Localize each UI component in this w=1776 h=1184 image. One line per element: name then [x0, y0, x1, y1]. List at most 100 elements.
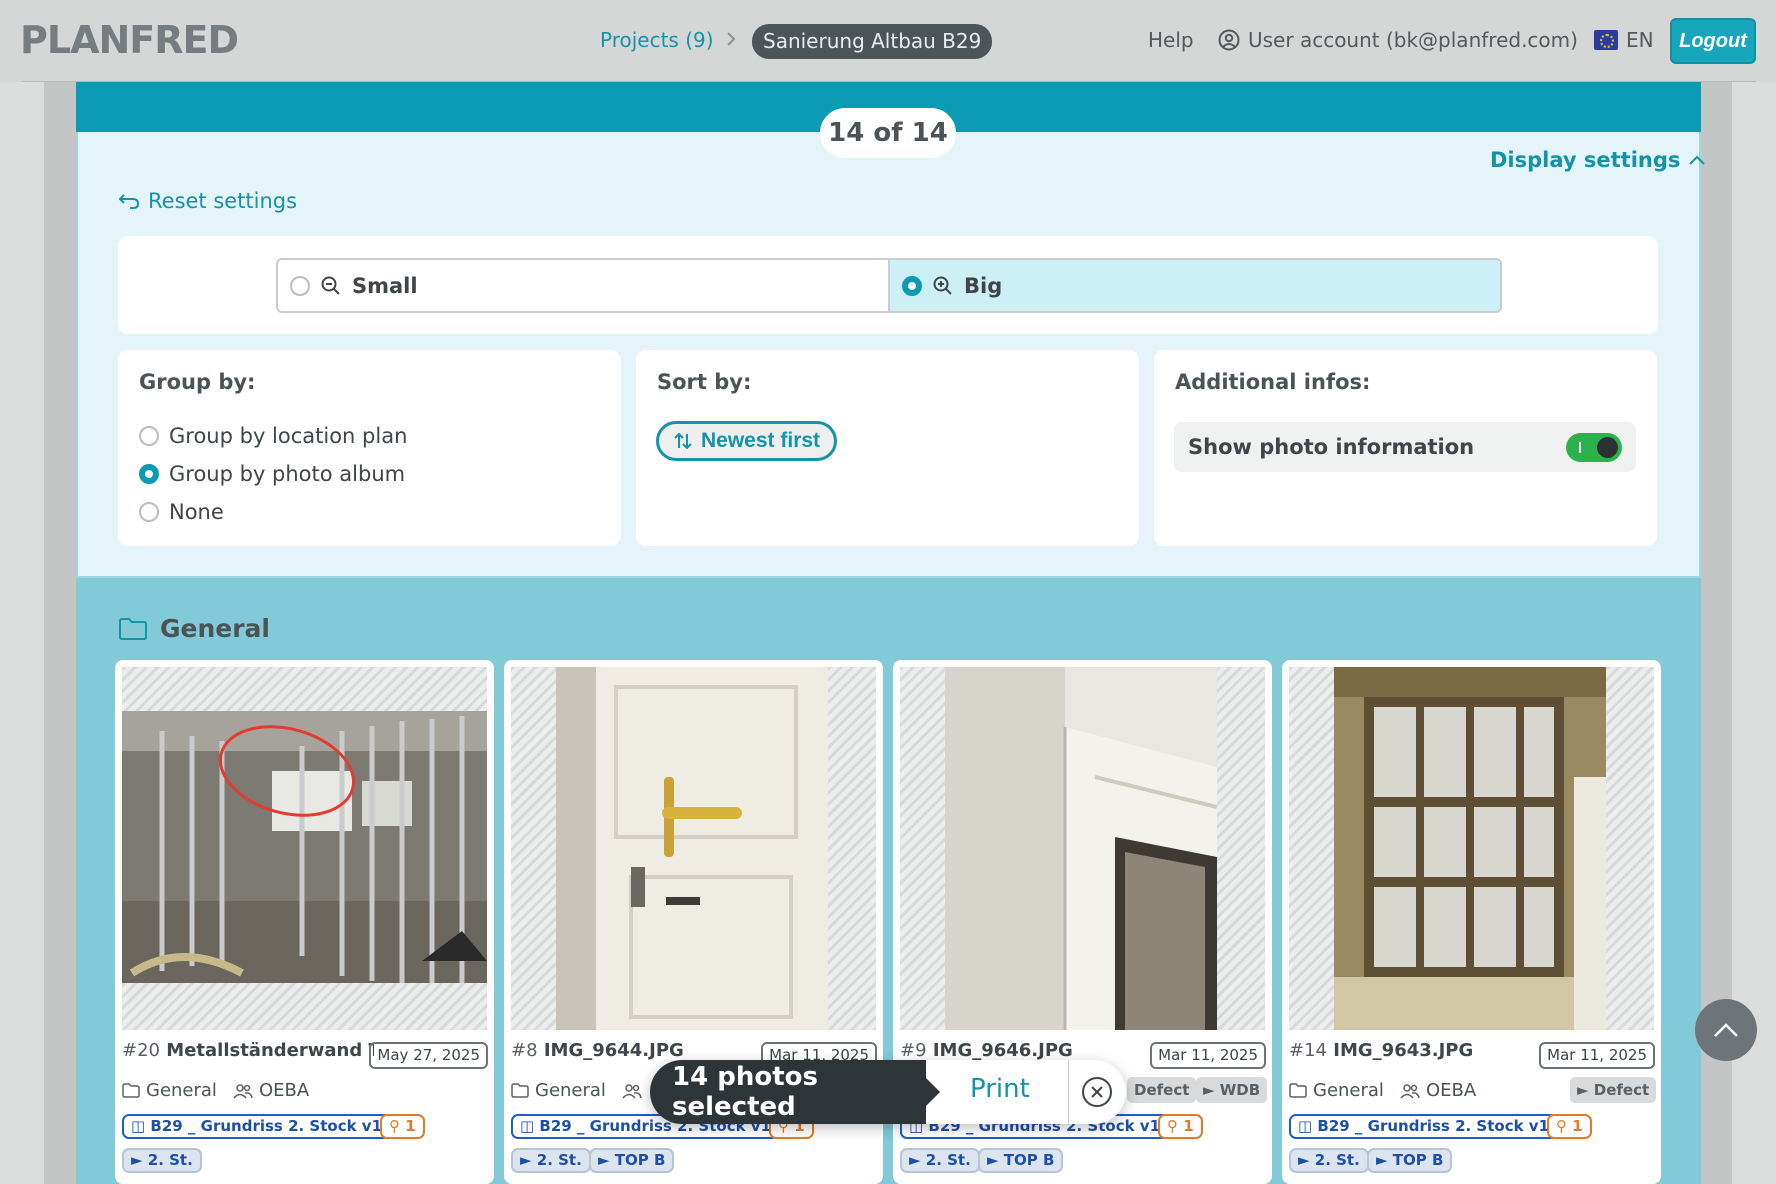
display-settings-label: Display settings: [1490, 148, 1681, 172]
user-account-link[interactable]: User account (bk@planfred.com): [1218, 28, 1578, 52]
photo-date: May 27, 2025: [369, 1042, 488, 1069]
photo-album-name: General: [1313, 1080, 1384, 1101]
breadcrumb-projects[interactable]: Projects (9): [600, 28, 714, 52]
radio-none[interactable]: [139, 502, 159, 522]
photo-album-name: General: [146, 1080, 217, 1101]
folder-icon: [511, 1083, 529, 1098]
eu-flag-icon: [1594, 30, 1618, 50]
tag-chip[interactable]: ► 2. St.: [900, 1148, 980, 1173]
photo-window: [1334, 667, 1606, 1030]
print-button[interactable]: Print: [970, 1074, 1030, 1104]
radio-small[interactable]: [290, 275, 310, 296]
pin-count-chip[interactable]: ⚲ 1: [380, 1114, 425, 1139]
top-header: PLANFRED Projects (9) Sanierung Altbau B…: [0, 0, 1776, 82]
sort-label: Newest first: [701, 429, 821, 452]
photo-date: Mar 11, 2025: [1150, 1042, 1266, 1069]
folder-icon: [1289, 1083, 1307, 1098]
location-plan-chip[interactable]: ◫ B29 _ Grundriss 2. Stock v1: [1289, 1114, 1559, 1139]
photo-title: #8 IMG_9644.JPG: [511, 1040, 684, 1061]
photo-title: #20 Metallständerwand T...: [122, 1040, 374, 1061]
group-by-title: Group by:: [139, 370, 256, 394]
users-icon: [233, 1083, 253, 1099]
chevron-up-icon: [1689, 155, 1706, 165]
language-switch[interactable]: EN: [1594, 28, 1654, 52]
scroll-to-top-button[interactable]: [1695, 999, 1757, 1061]
pin-count-chip[interactable]: ⚲ 1: [1547, 1114, 1592, 1139]
selection-count-label: 14 photos selected: [650, 1060, 940, 1124]
photo-company: OEBA: [258, 1080, 310, 1101]
sort-by-title: Sort by:: [657, 370, 752, 394]
photo-thumbnail[interactable]: [511, 667, 876, 1030]
photo-date: Mar 11, 2025: [1539, 1042, 1655, 1069]
radio-big[interactable]: [902, 275, 922, 296]
photo-thumbnail[interactable]: [1289, 667, 1654, 1030]
album-title: General: [160, 614, 270, 643]
group-option-label: Group by photo album: [169, 462, 406, 486]
photo-door-frame: [945, 667, 1217, 1030]
size-option-big-label: Big: [964, 273, 1003, 298]
photo-thumbnail[interactable]: [900, 667, 1265, 1030]
page-edge-left: [0, 0, 44, 1184]
zoom-out-icon: [321, 276, 340, 295]
show-photo-information-label: Show photo information: [1188, 435, 1475, 459]
tag-chip[interactable]: ► 2. St.: [511, 1148, 591, 1173]
size-toggle: Small Big: [276, 258, 1502, 313]
radio-photo-album[interactable]: [139, 464, 159, 484]
help-link[interactable]: Help: [1148, 28, 1194, 52]
chevron-right-icon: [727, 32, 736, 46]
photo-meta-row: General: [511, 1080, 642, 1101]
size-option-small[interactable]: Small: [278, 260, 888, 311]
photo-title: #9 IMG_9646.JPG: [900, 1040, 1073, 1061]
photo-card[interactable]: #14 IMG_9643.JPG Mar 11, 2025 General OE…: [1282, 660, 1661, 1184]
tag-chip[interactable]: ► 2. St.: [1289, 1148, 1369, 1173]
photo-album-name: General: [535, 1080, 606, 1101]
album-header: General: [118, 614, 270, 643]
size-option-big[interactable]: Big: [888, 260, 1500, 311]
tag-chip[interactable]: ► TOP B: [1367, 1148, 1453, 1173]
photo-construction-room: [122, 711, 487, 983]
undo-arrow-icon: [118, 194, 140, 209]
tag-chip[interactable]: ► 2. St.: [122, 1148, 202, 1173]
photo-card[interactable]: #20 Metallständerwand T... May 27, 2025 …: [115, 660, 494, 1184]
sort-by-card: Sort by: Newest first: [636, 350, 1139, 546]
breadcrumb-current-project[interactable]: Sanierung Altbau B29: [752, 24, 993, 59]
reset-settings-link[interactable]: Reset settings: [118, 189, 297, 213]
radio-location-plan[interactable]: [139, 426, 159, 446]
photo-title: #14 IMG_9643.JPG: [1289, 1040, 1474, 1061]
toast-divider: [1068, 1060, 1069, 1124]
defect-tag: ► Defect: [1570, 1077, 1657, 1103]
tag-chip[interactable]: ► TOP B: [589, 1148, 675, 1173]
group-option-none[interactable]: None: [139, 500, 224, 524]
tag-chip[interactable]: ► TOP B: [978, 1148, 1064, 1173]
folder-icon: [119, 617, 147, 640]
group-option-location-plan[interactable]: Group by location plan: [139, 424, 407, 448]
size-option-small-label: Small: [352, 273, 418, 298]
chevron-up-icon: [1714, 1023, 1738, 1037]
location-plan-chip[interactable]: ◫ B29 _ Grundriss 2. Stock v1: [122, 1114, 392, 1139]
logout-button[interactable]: Logout: [1670, 18, 1756, 64]
language-label: EN: [1626, 28, 1654, 52]
photo-count-pill: 14 of 14: [820, 108, 956, 158]
breadcrumb-separator: [726, 28, 736, 52]
group-by-card: Group by: Group by location plan Group b…: [118, 350, 621, 546]
wdb-tag: ► WDB: [1196, 1077, 1268, 1103]
user-account-label: User account (bk@planfred.com): [1248, 28, 1578, 52]
user-circle-icon: [1218, 29, 1240, 51]
show-photo-information-row: Show photo information: [1174, 422, 1636, 472]
zoom-in-icon: [933, 276, 952, 295]
group-option-label: Group by location plan: [169, 424, 408, 448]
planfred-logo[interactable]: PLANFRED: [20, 18, 239, 62]
sort-newest-first-button[interactable]: Newest first: [656, 421, 838, 461]
photo-meta-row: General OEBA: [1289, 1080, 1476, 1101]
reset-settings-label: Reset settings: [148, 189, 298, 213]
sort-arrows-icon: [674, 432, 692, 450]
group-option-photo-album[interactable]: Group by photo album: [139, 462, 405, 486]
additional-infos-card: Additional infos: Show photo information: [1154, 350, 1657, 546]
close-icon[interactable]: [1082, 1077, 1112, 1107]
show-photo-information-toggle[interactable]: [1566, 433, 1622, 462]
pin-count-chip[interactable]: ⚲ 1: [1158, 1114, 1203, 1139]
display-settings-toggle[interactable]: Display settings: [1490, 148, 1706, 172]
photo-thumbnail[interactable]: [122, 667, 487, 1030]
folder-icon: [122, 1083, 140, 1098]
selection-toast: 14 photos selected Print: [650, 1060, 1126, 1124]
